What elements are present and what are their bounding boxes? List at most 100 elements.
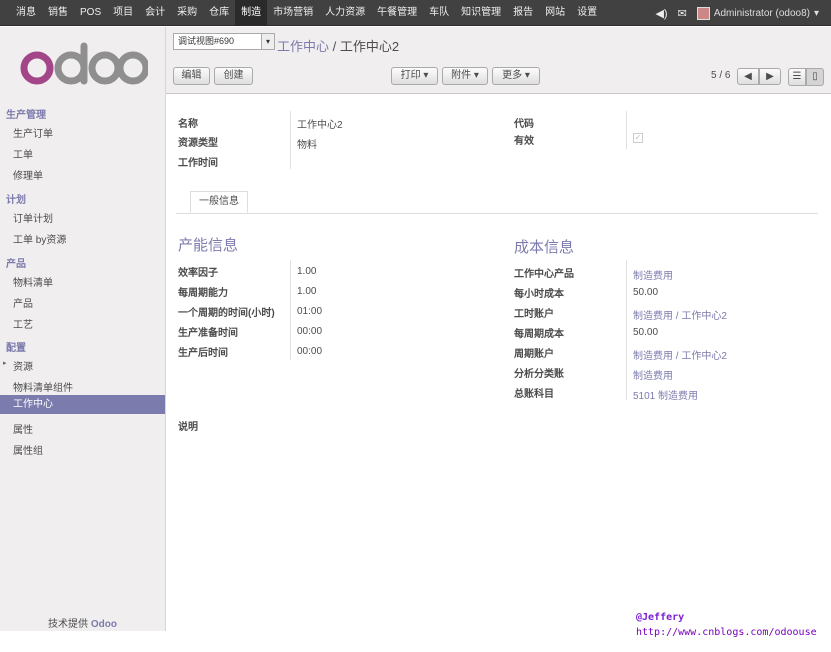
top-menu-item[interactable]: 知识管理 <box>455 0 507 26</box>
breadcrumb-parent[interactable]: 工作中心 <box>277 39 329 54</box>
sidebar-item[interactable]: 属性组 <box>13 442 43 457</box>
user-menu[interactable]: Administrator (odoo8) ▾ <box>696 6 819 20</box>
top-right-area: ◀) ✉ Administrator (odoo8) ▾ <box>655 0 819 26</box>
costing-field-value[interactable]: 5101 制造费用 <box>633 387 698 402</box>
top-menu-item[interactable]: 网站 <box>539 0 571 26</box>
more-button[interactable]: 更多 ▾ <box>492 67 540 85</box>
sidebar-item[interactable]: 物料清单 <box>13 274 53 289</box>
costing-field-value[interactable]: 制造费用 / 工作中心2 <box>633 307 727 322</box>
next-record-button[interactable]: ▶ <box>759 68 781 85</box>
breadcrumb: 工作中心 / 工作中心2 <box>277 36 399 55</box>
chat-icon[interactable]: ◀) <box>655 7 667 20</box>
capacity-field-label: 生产后时间 <box>178 348 228 359</box>
capacity-field-label: 生产准备时间 <box>178 328 238 339</box>
sidebar: 生产管理 生产订单 工单 修理单 计划 订单计划 工单 by资源 产品 物料清单 产品 工艺 配置 资源… <box>0 27 166 631</box>
top-menu-item[interactable]: 销售 <box>42 0 74 26</box>
sidebar-item[interactable]: 属性 <box>13 421 33 436</box>
message-icon[interactable]: ✉ <box>678 7 687 20</box>
working-time-label: 工作时间 <box>178 158 218 169</box>
sidebar-section-title: 计划 <box>6 195 26 206</box>
sidebar-item[interactable]: 产品 <box>13 295 33 310</box>
powered-by: 技术提供 Odoo <box>0 615 165 630</box>
costing-field-value[interactable]: 制造费用 <box>633 367 673 382</box>
previous-record-button[interactable]: ◀ <box>737 68 759 85</box>
sidebar-item[interactable]: 工作中心 <box>0 395 165 414</box>
resource-type-label: 资源类型 <box>178 138 218 149</box>
active-label: 有效 <box>514 136 534 147</box>
print-button[interactable]: 打印 ▾ <box>391 67 438 85</box>
top-menu-item[interactable]: 午餐管理 <box>371 0 423 26</box>
powered-by-brand[interactable]: Odoo <box>91 619 117 630</box>
sidebar-item[interactable]: 工单 by资源 <box>13 231 66 246</box>
capacity-field-label: 一个周期的时间(小时) <box>178 308 275 319</box>
sidebar-section-title: 配置 <box>6 343 26 354</box>
watermark: @Jeffery http://www.cnblogs.com/odoouse <box>636 610 817 640</box>
tab-general-info[interactable]: 一般信息 <box>190 191 248 213</box>
top-menu-item[interactable]: 人力资源 <box>319 0 371 26</box>
costing-field-label: 工时账户 <box>514 309 554 320</box>
form-view-button[interactable]: ▯ <box>806 68 824 86</box>
breadcrumb-current: 工作中心2 <box>339 39 400 54</box>
top-menu-item[interactable]: 消息 <box>10 0 42 26</box>
sidebar-item[interactable]: 修理单 <box>13 167 43 182</box>
costing-field-value[interactable]: 制造费用 <box>633 267 673 282</box>
resource-type-value: 物料 <box>297 140 317 151</box>
sidebar-section-title: 生产管理 <box>6 110 46 121</box>
top-menu-item[interactable]: 会计 <box>139 0 171 26</box>
debug-view-value: 调试视图#690 <box>178 36 235 46</box>
sidebar-item[interactable]: 生产订单 <box>13 125 53 140</box>
top-menu-item[interactable]: 市场营销 <box>267 0 319 26</box>
sidebar-item[interactable]: 工单 <box>13 146 33 161</box>
sidebar-item[interactable]: 资源 <box>13 358 33 373</box>
chevron-down-icon: ▾ <box>813 7 819 19</box>
list-view-button[interactable]: ☰ <box>788 68 806 86</box>
top-menu-item[interactable]: 车队 <box>423 0 455 26</box>
costing-field-value[interactable]: 制造费用 / 工作中心2 <box>633 347 727 362</box>
name-label: 名称 <box>178 119 198 130</box>
top-menu-item[interactable]: 采购 <box>171 0 203 26</box>
divider <box>626 260 627 400</box>
sidebar-item[interactable]: 订单计划 <box>13 210 53 225</box>
top-menu: 消息 销售 POS 项目 会计 采购 仓库 制造 市场营销 人力资源 午餐管理 车队 知识管理 报告 网站设… <box>10 0 603 26</box>
costing-field-label: 每周期成本 <box>514 329 564 340</box>
capacity-field-label: 效率因子 <box>178 268 218 279</box>
arrow-right-icon: ▶ <box>766 71 774 82</box>
edit-button[interactable]: 编辑 <box>173 67 210 85</box>
costing-field-label: 周期账户 <box>514 349 554 360</box>
top-menu-item[interactable]: 设置 <box>571 0 603 26</box>
create-button[interactable]: 创建 <box>214 67 253 85</box>
capacity-field-value: 1.00 <box>297 286 317 297</box>
capacity-field-value: 01:00 <box>297 306 323 317</box>
divider <box>290 111 291 169</box>
divider <box>290 260 291 360</box>
control-panel: 调试视图#690 ▾ 工作中心 / 工作中心2 编辑 创建 打印 ▾ 附件 ▾ … <box>166 27 831 94</box>
arrow-left-icon: ◀ <box>744 71 752 82</box>
pager-value: 5 / 6 <box>711 70 731 81</box>
top-menu-item[interactable]: 报告 <box>507 0 539 26</box>
odoo-logo[interactable] <box>18 41 148 91</box>
top-menu-item[interactable]: 仓库 <box>203 0 235 26</box>
name-value: 工作中心2 <box>297 120 343 131</box>
attachment-button[interactable]: 附件 ▾ <box>442 67 488 85</box>
top-menu-item[interactable]: POS <box>74 0 107 26</box>
costing-field-value: 50.00 <box>633 327 659 338</box>
top-menu-item[interactable]: 制造 <box>235 0 268 26</box>
sidebar-item[interactable]: 物料清单组件 <box>13 379 73 394</box>
capacity-field-label: 每周期能力 <box>178 288 228 299</box>
code-label: 代码 <box>514 119 534 130</box>
debug-view-select[interactable]: 调试视图#690 ▾ <box>173 33 275 50</box>
user-name: Administrator (odoo8) <box>713 7 810 19</box>
form-sheet: 名称 工作中心2 资源类型 物料 工作时间 代码 有效 ✓ 一般信息 产能信息 … <box>166 94 831 631</box>
costing-field-label: 工作中心产品 <box>514 269 574 280</box>
top-menu-item[interactable]: 项目 <box>107 0 139 26</box>
costing-field-value: 50.00 <box>633 287 659 298</box>
active-checkbox[interactable]: ✓ <box>633 133 643 143</box>
chevron-right-icon[interactable]: ▸ <box>3 359 7 367</box>
costing-section-title: 成本信息 <box>514 239 575 256</box>
costing-field-label: 总账科目 <box>514 389 554 400</box>
list-icon: ☰ <box>792 71 802 82</box>
divider <box>626 111 627 149</box>
tab-divider <box>176 213 818 214</box>
sidebar-section-title: 产品 <box>6 259 26 270</box>
sidebar-item[interactable]: 工艺 <box>13 316 33 331</box>
